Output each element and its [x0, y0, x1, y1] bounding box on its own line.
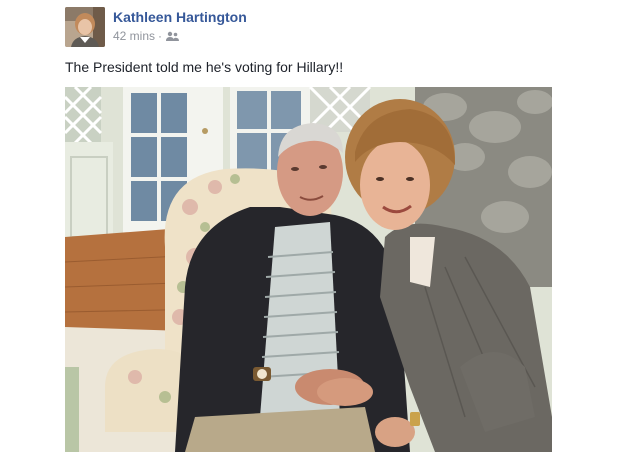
meta-separator: ·: [158, 29, 163, 43]
post-timestamp[interactable]: 42 mins: [113, 29, 155, 43]
feed-post: Kathleen Hartington 42 mins · The Presid…: [0, 0, 640, 452]
friends-icon[interactable]: [166, 31, 180, 42]
avatar-photo: [65, 7, 105, 47]
shared-photo: [65, 87, 552, 452]
post-meta: 42 mins ·: [113, 29, 180, 43]
author-avatar[interactable]: [65, 7, 105, 47]
post-photo[interactable]: [65, 87, 552, 452]
author-name-link[interactable]: Kathleen Hartington: [113, 9, 247, 25]
post-text: The President told me he's voting for Hi…: [65, 59, 344, 75]
